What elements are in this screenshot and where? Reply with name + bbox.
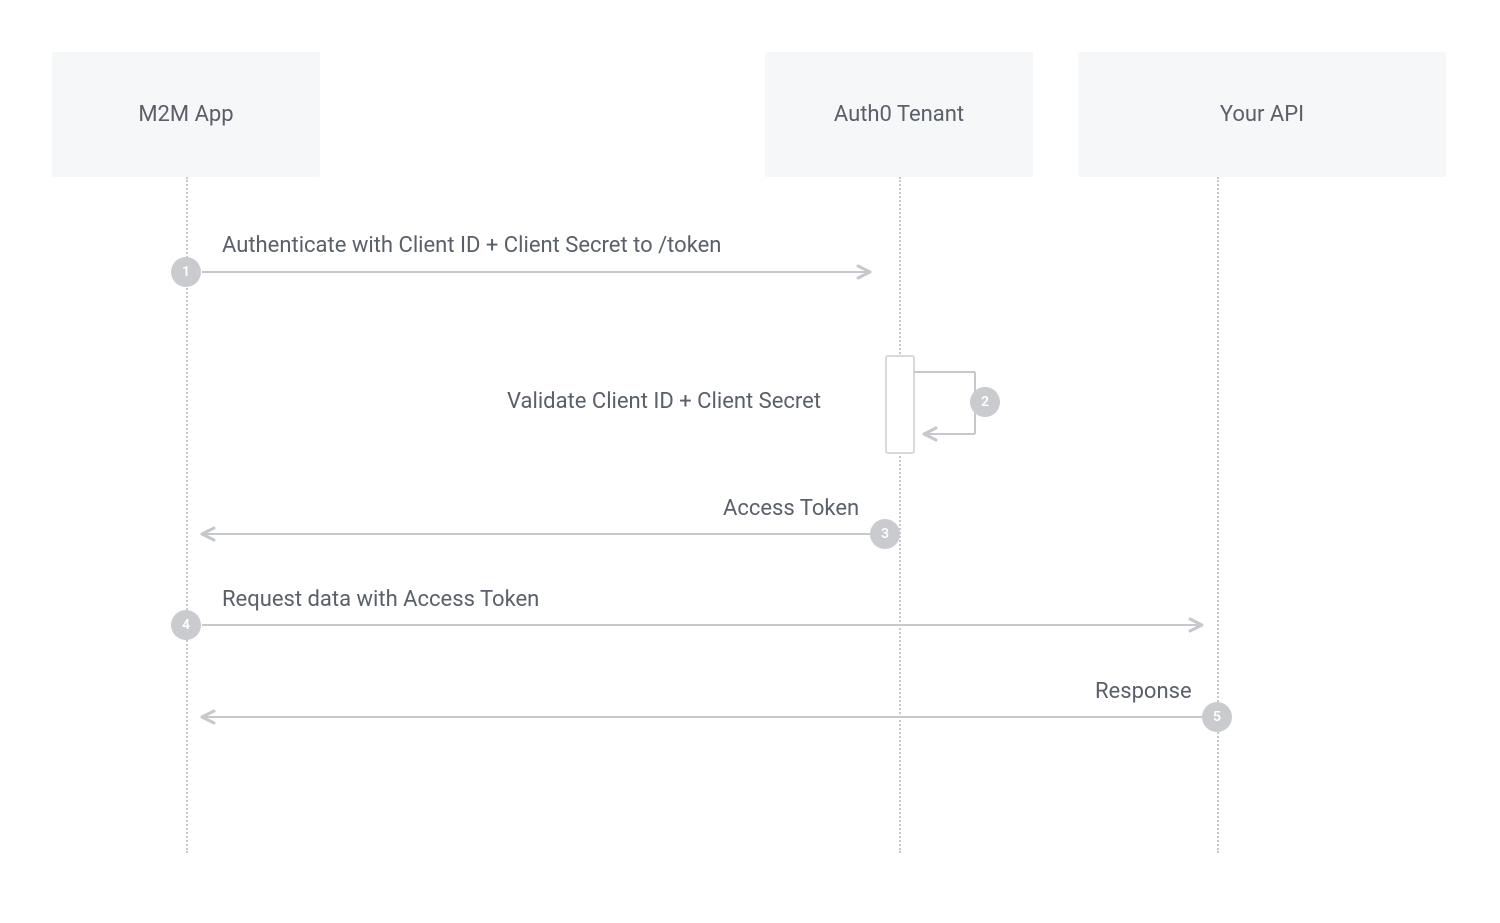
step-2-marker: 2 (970, 387, 1000, 417)
step-number: 4 (182, 617, 190, 633)
actor-label: M2M App (138, 102, 233, 127)
sequence-diagram: M2M App Auth0 Tenant Your API 1 (0, 0, 1500, 923)
actor-your-api: Your API (1078, 52, 1446, 177)
step-1-label: Authenticate with Client ID + Client Sec… (222, 233, 721, 258)
activation-auth0 (885, 355, 915, 454)
step-2-label: Validate Client ID + Client Secret (507, 389, 821, 414)
actor-label: Auth0 Tenant (834, 102, 964, 127)
lifeline-auth0-tenant (899, 177, 901, 853)
lifeline-your-api (1217, 177, 1219, 853)
step-number: 1 (182, 264, 190, 280)
step-3-label: Access Token (723, 496, 859, 521)
actor-m2m-app: M2M App (52, 52, 320, 177)
step-number: 5 (1213, 709, 1221, 725)
step-4-label: Request data with Access Token (222, 587, 539, 612)
step-3-marker: 3 (870, 519, 900, 549)
step-number: 3 (881, 526, 889, 542)
step-5-label: Response (1095, 679, 1192, 704)
step-5-marker: 5 (1202, 702, 1232, 732)
step-4-marker: 4 (171, 610, 201, 640)
step-number: 2 (981, 394, 989, 410)
actor-label: Your API (1220, 102, 1304, 127)
actor-auth0-tenant: Auth0 Tenant (765, 52, 1033, 177)
step-1-marker: 1 (171, 257, 201, 287)
